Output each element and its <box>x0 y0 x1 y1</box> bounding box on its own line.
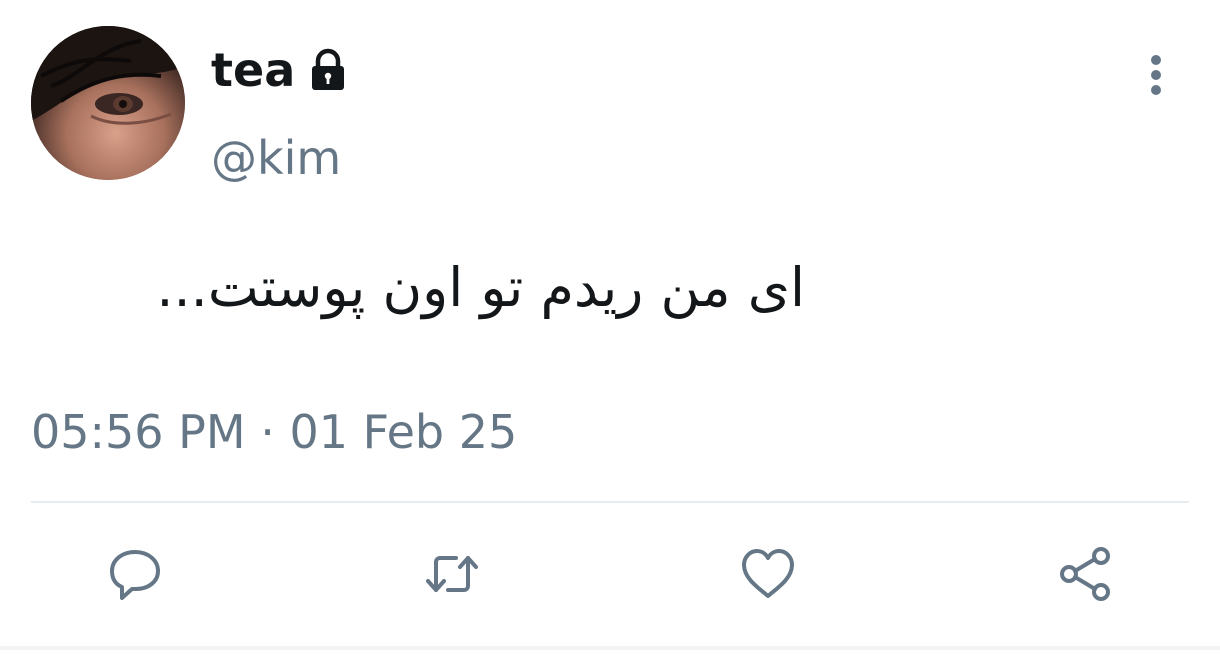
heart-icon <box>742 549 794 598</box>
like-button[interactable] <box>736 542 800 606</box>
bottom-border <box>0 646 1220 650</box>
retweet-icon <box>426 556 478 592</box>
user-handle[interactable]: @kim <box>211 128 341 188</box>
share-icon <box>1060 547 1110 601</box>
avatar[interactable] <box>31 26 185 180</box>
reply-button[interactable] <box>103 542 167 606</box>
tweet-timestamp[interactable]: 05:56 PM · 01 Feb 25 <box>31 400 517 464</box>
more-vertical-icon <box>1151 55 1161 95</box>
display-name-row[interactable]: tea <box>211 40 351 100</box>
more-options-button[interactable] <box>1136 52 1176 100</box>
reply-icon <box>110 550 160 600</box>
display-name[interactable]: tea <box>211 40 295 100</box>
tweet-text: ای من ریدم تو اون پوستت... <box>156 256 805 319</box>
avatar-image <box>31 26 185 180</box>
retweet-button[interactable] <box>420 542 484 606</box>
divider <box>31 501 1189 503</box>
share-button[interactable] <box>1053 542 1117 606</box>
lock-icon <box>312 48 345 90</box>
